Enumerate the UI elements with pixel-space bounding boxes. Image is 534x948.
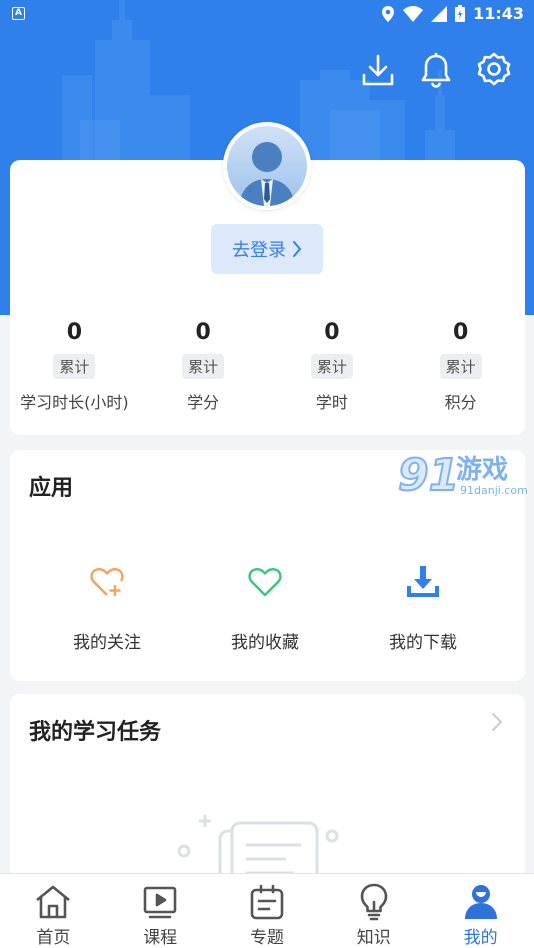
notification-a-icon: A xyxy=(12,7,25,20)
heart-icon xyxy=(248,568,282,597)
apps-title: 应用 xyxy=(29,476,74,501)
app-my-favorites[interactable]: 我的收藏 xyxy=(186,560,344,653)
stat-tag: 累计 xyxy=(182,354,225,379)
tab-label: 专题 xyxy=(249,928,284,948)
svg-text:游戏: 游戏 xyxy=(456,455,508,485)
tab-courses[interactable]: 课程 xyxy=(107,874,214,948)
tab-label: 知识 xyxy=(356,928,391,948)
login-button[interactable]: 去登录 xyxy=(211,224,323,274)
topic-icon xyxy=(250,884,284,919)
stat-value: 0 xyxy=(195,320,211,345)
tab-mine[interactable]: 我的 xyxy=(427,874,534,948)
tab-home[interactable]: 首页 xyxy=(0,874,107,948)
user-icon xyxy=(464,884,497,919)
stat-credits[interactable]: 0 累计 学分 xyxy=(139,318,268,413)
wifi-icon xyxy=(403,5,424,22)
home-icon xyxy=(36,885,71,918)
svg-text:91danji.com: 91danji.com xyxy=(460,484,528,497)
settings-icon[interactable] xyxy=(476,52,512,88)
stat-label: 积分 xyxy=(444,393,477,412)
clock: 11:43 xyxy=(473,4,524,23)
tab-knowledge[interactable]: 知识 xyxy=(320,874,427,948)
app-my-follows[interactable]: 我的关注 xyxy=(28,560,186,653)
tab-label: 我的 xyxy=(463,928,498,948)
signal-icon xyxy=(431,5,448,22)
stats-row: 0 累计 学习时长(小时) 0 累计 学分 0 累计 学时 0 累计 积分 xyxy=(10,318,525,413)
bulb-icon xyxy=(360,883,388,920)
stat-tag: 累计 xyxy=(310,354,353,379)
location-icon xyxy=(382,5,395,22)
stat-class-hours[interactable]: 0 累计 学时 xyxy=(268,318,397,413)
chevron-right-icon xyxy=(293,241,302,257)
download-icon[interactable] xyxy=(360,52,396,88)
stat-label: 学习时长(小时) xyxy=(20,393,129,412)
app-label: 我的收藏 xyxy=(231,633,299,653)
default-avatar-icon xyxy=(239,142,295,206)
stat-label: 学时 xyxy=(315,393,348,412)
tab-label: 首页 xyxy=(36,928,71,948)
tab-label: 课程 xyxy=(143,928,178,948)
app-label: 我的关注 xyxy=(73,633,141,653)
stat-value: 0 xyxy=(324,320,340,345)
stat-tag: 累计 xyxy=(53,354,96,379)
svg-text:91: 91 xyxy=(398,450,459,501)
watermark-logo: 91 游戏 91danji.com xyxy=(397,449,528,502)
status-bar: A 11:43 xyxy=(0,0,534,28)
stat-value: 0 xyxy=(66,320,83,345)
stat-tag: 累计 xyxy=(439,354,482,379)
app-my-downloads[interactable]: 我的下载 xyxy=(344,560,502,653)
battery-icon xyxy=(455,5,466,22)
tab-topics[interactable]: 专题 xyxy=(214,874,321,948)
chevron-right-icon[interactable] xyxy=(491,712,503,732)
login-label: 去登录 xyxy=(232,240,286,260)
bell-icon[interactable] xyxy=(418,52,454,88)
stat-study-hours[interactable]: 0 累计 学习时长(小时) xyxy=(10,318,139,413)
avatar[interactable] xyxy=(223,122,311,210)
heart-plus-icon xyxy=(90,568,124,597)
tasks-title: 我的学习任务 xyxy=(29,720,162,745)
app-label: 我的下载 xyxy=(389,633,457,653)
bottom-tab-bar: 首页 课程 专题 知识 我的 xyxy=(0,873,534,948)
play-icon xyxy=(143,886,177,918)
download-tray-icon xyxy=(407,566,439,597)
stat-value: 0 xyxy=(452,320,469,345)
stat-label: 学分 xyxy=(187,393,220,412)
stat-points[interactable]: 0 累计 积分 xyxy=(396,318,525,413)
learning-tasks-card[interactable]: 我的学习任务 xyxy=(10,694,525,899)
